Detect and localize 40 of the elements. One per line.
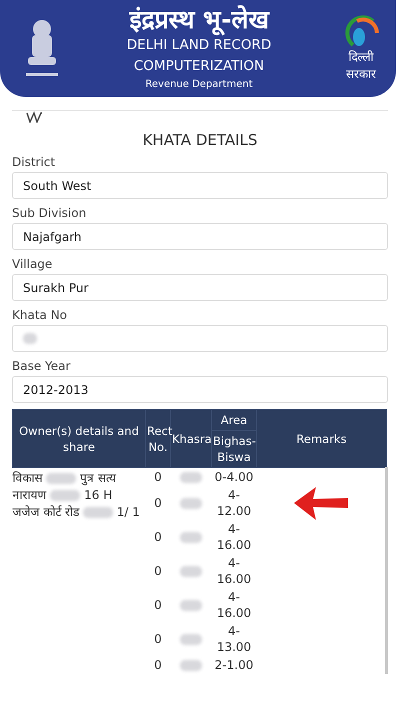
input-field[interactable]: 2012-2013 [12,376,388,403]
field-label: Base Year [12,358,72,375]
column-header: Area [212,410,256,430]
site-title: इंद्रप्रस्थ भू-लेख [129,4,269,34]
table-cell-text: 0 [153,529,163,546]
column-header: Remarks [256,410,386,468]
table-cell-text: 4-13.00 [216,623,252,656]
squiggle-icon [26,111,44,123]
table-cell: 0-4.00 [212,468,256,486]
table-cell: 0 [146,468,170,486]
department-label: Revenue Department [145,78,253,92]
column-header: Rect No. [146,410,170,468]
table-cell-text: 0 [153,631,163,648]
table-cell-text: 4-12.00 [216,487,252,520]
input-field[interactable]: Surakh Pur [12,274,388,301]
table-cell-text: 0 [153,597,163,614]
section-title: KHATA DETAILS [142,131,258,149]
table-cell-text: 4-16.00 [216,589,252,622]
logo-text: दिल्ली [348,48,374,66]
input-field[interactable]: South West [12,172,388,199]
header-line: DELHI LAND RECORD [126,36,272,54]
field-label: Khata No [12,307,68,324]
table-cell-text: 0 [153,657,163,674]
table-cell-text: 4-16.00 [216,521,252,554]
field-label: District [12,154,56,171]
column-header: Bighas-Biswa [212,430,256,468]
table-cell-text: 4-16.00 [216,555,252,588]
column-header: Owner(s) details and share [12,410,146,468]
logo-icon [343,14,379,48]
input-field[interactable]: Najafgarh [12,223,388,250]
field-label: Sub Division [12,205,88,222]
table-cell-text: 0 [153,563,163,580]
field-label: Village [12,256,54,273]
owner-details: विकास पुत्र सत्य नारायण 16 H जजेज कोर्ट रोड 1/ 1 [12,468,146,674]
logo-text: सरकार [346,66,376,82]
header-line: COMPUTERIZATION [134,56,264,76]
table-cell-text: 2-1.00 [214,657,254,674]
input-field[interactable] [12,325,388,352]
redaction-mark [23,333,37,344]
table-cell-text: 0 [153,495,163,512]
